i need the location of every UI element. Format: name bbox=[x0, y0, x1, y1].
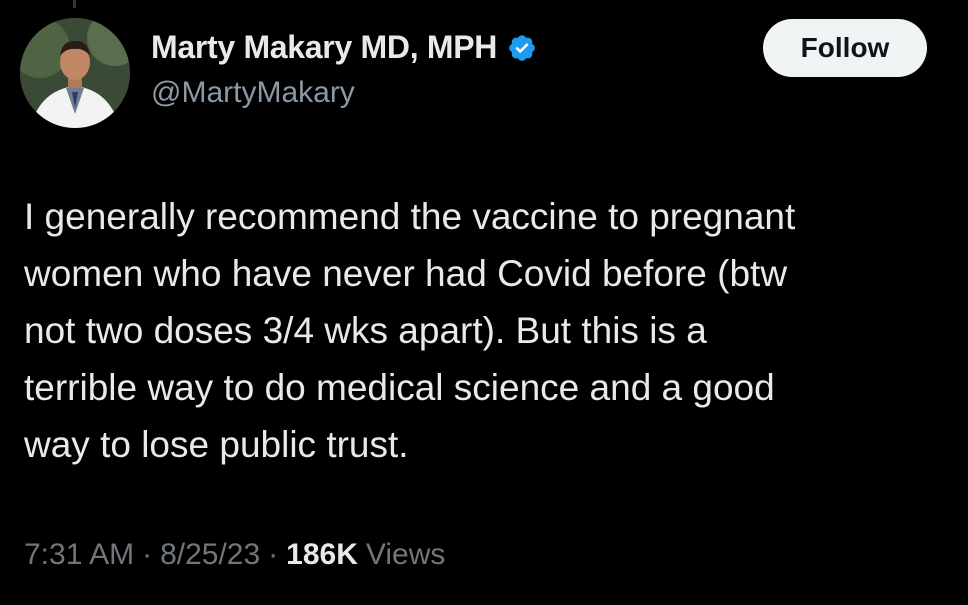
tweet-card: Marty Makary MD, MPH @MartyMakary Follow… bbox=[0, 0, 968, 605]
tweet-text: I generally recommend the vaccine to pre… bbox=[24, 196, 796, 465]
author-name-row: Marty Makary MD, MPH bbox=[151, 29, 537, 66]
meta-separator: · bbox=[142, 538, 153, 571]
tweet-date[interactable]: 8/25/23 bbox=[160, 538, 260, 572]
views-label: Views bbox=[365, 538, 446, 571]
author-handle[interactable]: @MartyMakary bbox=[151, 76, 355, 110]
tweet-time[interactable]: 7:31 AM bbox=[24, 538, 134, 572]
tweet-meta: 7:31 AM · 8/25/23 · 186K Views bbox=[24, 538, 445, 572]
author-display-name[interactable]: Marty Makary MD, MPH bbox=[151, 29, 497, 66]
thread-connector-line bbox=[73, 0, 76, 8]
follow-button[interactable]: Follow bbox=[763, 19, 927, 77]
avatar-image bbox=[20, 18, 130, 128]
verified-badge-icon bbox=[507, 33, 537, 63]
meta-separator: · bbox=[268, 538, 279, 571]
avatar[interactable] bbox=[20, 18, 130, 128]
views-count: 186K bbox=[286, 538, 358, 571]
